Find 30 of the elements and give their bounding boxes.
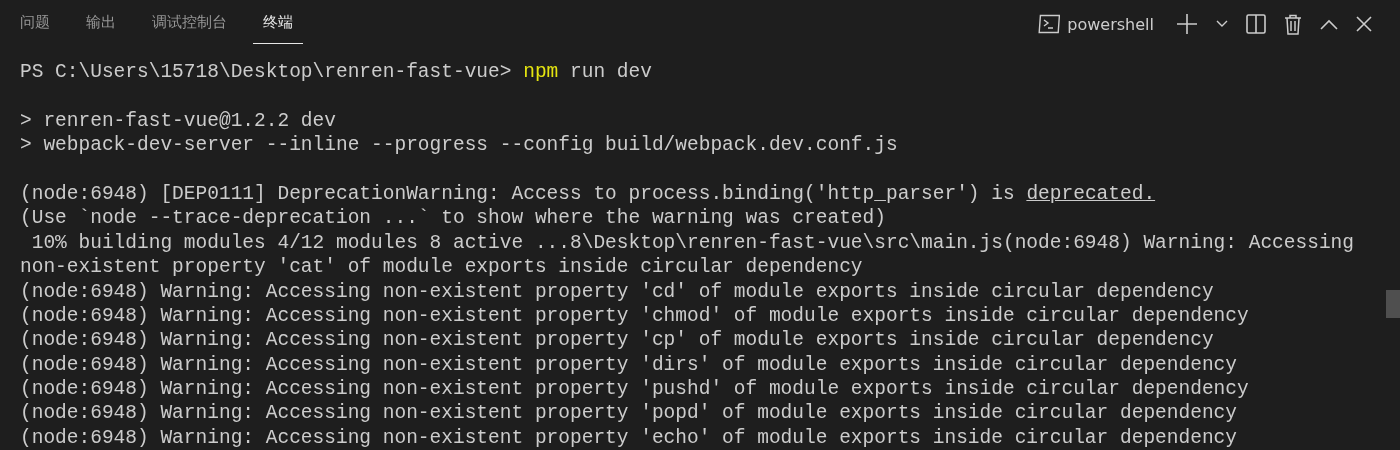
plus-icon[interactable] xyxy=(1176,13,1198,35)
output-line: (Use `node --trace-deprecation ...` to show where the warning was created) xyxy=(20,207,886,230)
output-line: (node:6948) Warning: Accessing non-existent property 'popd' of module exports inside circular dependency xyxy=(20,402,1237,425)
output-line: non-existent property 'cat' of module exports inside circular dependency xyxy=(20,256,863,279)
prompt-path: PS C:\Users\15718\Desktop\renren-fast-vue> xyxy=(20,61,512,83)
deprecation-link[interactable]: deprecated. xyxy=(1026,182,1156,205)
terminal-icon xyxy=(1038,14,1061,34)
scrollbar-thumb[interactable] xyxy=(1386,290,1400,318)
output-line: (node:6948) Warning: Accessing non-existent property 'pushd' of module exports inside circular dependency xyxy=(20,378,1249,401)
panel-tab[interactable]: 问题 xyxy=(10,2,60,44)
split-icon[interactable] xyxy=(1246,14,1266,34)
command-args: run dev xyxy=(570,61,652,83)
output-line: (node:6948) Warning: Accessing non-existent property 'cd' of module exports inside circular dependency xyxy=(20,280,1214,303)
panel-tab[interactable]: 输出 xyxy=(76,2,126,44)
panel-tab[interactable]: 调试控制台 xyxy=(142,2,237,44)
output-line: 10% building modules 4/12 modules 8 active ...8\Desktop\renren-fast-vue\src\main.js(node:6948) Warning: Accessing xyxy=(30,231,1355,254)
output-line: > webpack-dev-server --inline --progress --config build/webpack.dev.conf.js xyxy=(20,134,898,157)
chevron-up-icon[interactable] xyxy=(1320,18,1338,30)
terminal-picker[interactable]: powershell xyxy=(1038,14,1154,34)
close-icon[interactable] xyxy=(1356,16,1372,32)
output-line: (node:6948) Warning: Accessing non-existent property 'cp' of module exports inside circular dependency xyxy=(20,329,1214,352)
trash-icon[interactable] xyxy=(1284,13,1302,35)
panel-tab[interactable]: 终端 xyxy=(253,2,303,44)
output-line: (node:6948) [DEP0111] DeprecationWarning: Access to process.binding('http_parser') is xyxy=(20,182,1015,205)
chevron-down-icon[interactable] xyxy=(1216,20,1228,28)
output-line: (node:6948) Warning: Accessing non-existent property 'echo' of module exports inside circular dependency xyxy=(20,426,1237,449)
output-line: > renren-fast-vue@1.2.2 dev xyxy=(20,109,336,132)
command-name: npm xyxy=(523,61,559,83)
output-line: (node:6948) Warning: Accessing non-existent property 'chmod' of module exports inside circular dependency xyxy=(20,304,1249,327)
output-line: (node:6948) Warning: Accessing non-existent property 'dirs' of module exports inside circular dependency xyxy=(20,353,1237,376)
